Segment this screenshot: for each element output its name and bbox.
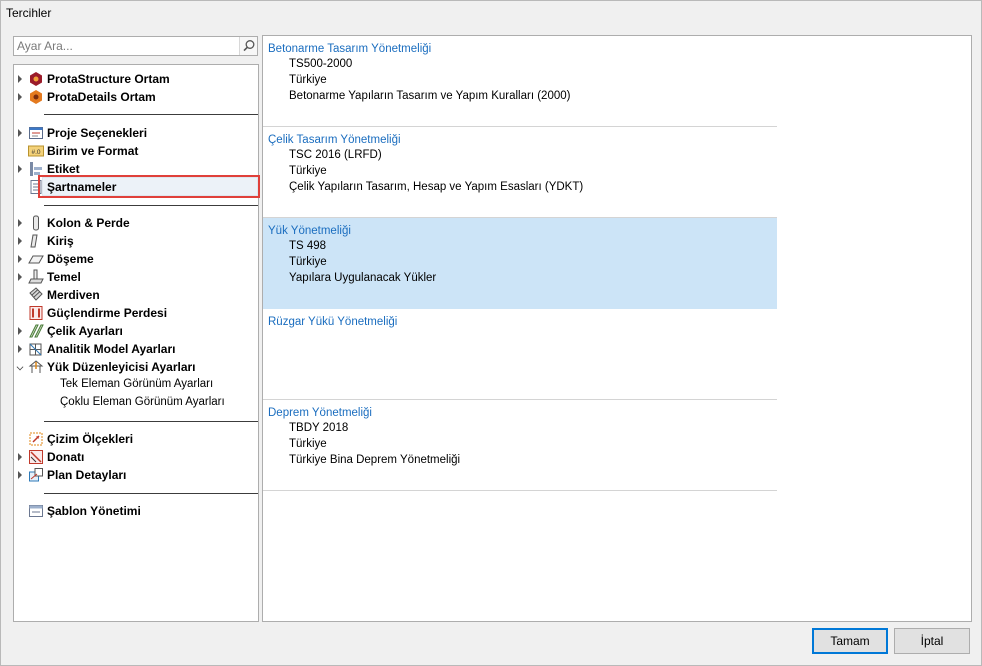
section-title[interactable]: Yük Yönetmeliği	[268, 225, 351, 237]
tree-item-load-editor[interactable]: Yük Düzenleyicisi Ayarları	[14, 358, 258, 376]
svg-text:#.0: #.0	[31, 149, 40, 156]
expand-arrow-icon[interactable]	[18, 273, 22, 281]
protastructure-icon	[30, 72, 42, 86]
section-title[interactable]: Deprem Yönetmeliği	[268, 407, 372, 419]
collapse-arrow-icon[interactable]	[16, 363, 24, 371]
tree-separator	[44, 421, 258, 422]
tree-separator	[44, 205, 258, 206]
code-description: Yapılara Uygulanacak Yükler	[289, 272, 437, 284]
slab-icon	[28, 255, 44, 264]
code-section-load[interactable]: Yük Yönetmeliği TS 498 Türkiye Yapılara …	[263, 218, 777, 309]
code-section-wind[interactable]: Rüzgar Yükü Yönetmeliği	[263, 309, 777, 400]
tree-item-reinforcement[interactable]: Donatı	[14, 448, 258, 466]
column-icon	[33, 215, 39, 231]
code-country: Türkiye	[289, 256, 327, 268]
ok-button[interactable]: Tamam	[812, 628, 888, 654]
expand-arrow-icon[interactable]	[18, 345, 22, 353]
protadetails-icon	[30, 90, 42, 104]
expand-arrow-icon[interactable]	[18, 327, 22, 335]
tree-item-stair[interactable]: Merdiven	[14, 286, 258, 304]
beam-icon	[30, 234, 38, 248]
unit-format-icon: #.0	[28, 145, 44, 157]
expand-arrow-icon[interactable]	[18, 219, 22, 227]
tree-item-multi-element-view[interactable]: Çoklu Eleman Görünüm Ayarları	[14, 394, 258, 412]
section-title[interactable]: Çelik Tasarım Yönetmeliği	[268, 134, 401, 146]
retrofit-wall-icon	[29, 306, 43, 320]
expand-arrow-icon[interactable]	[18, 471, 22, 479]
analytic-model-icon	[29, 343, 42, 356]
search-icon	[243, 40, 255, 52]
dialog-title: Tercihler	[6, 6, 52, 20]
code-description: Çelik Yapıların Tasarım, Hesap ve Yapım …	[289, 181, 584, 193]
steel-icon	[29, 324, 44, 338]
tree-item-protadetails[interactable]: ProtaDetails Ortam	[14, 88, 258, 106]
code-name: TS500-2000	[289, 58, 353, 70]
drawing-scale-icon	[29, 432, 43, 446]
expand-arrow-icon[interactable]	[18, 237, 22, 245]
foundation-icon	[28, 269, 44, 284]
code-name: TSC 2016 (LRFD)	[289, 149, 382, 161]
tree-item-slab[interactable]: Döşeme	[14, 250, 258, 268]
expand-arrow-icon[interactable]	[18, 165, 22, 173]
tree-item-label[interactable]: Etiket	[14, 160, 258, 178]
tree-item-column-wall[interactable]: Kolon & Perde	[14, 214, 258, 232]
project-options-icon	[29, 127, 43, 139]
label-icon	[30, 162, 42, 176]
expand-arrow-icon[interactable]	[18, 129, 22, 137]
tree-item-steel-settings[interactable]: Çelik Ayarları	[14, 322, 258, 340]
search-box[interactable]	[13, 36, 258, 56]
tree-item-beam[interactable]: Kiriş	[14, 232, 258, 250]
code-description: Betonarme Yapıların Tasarım ve Yapım Kur…	[289, 90, 571, 102]
expand-arrow-icon[interactable]	[18, 75, 22, 83]
tree-item-retrofit-wall[interactable]: Güçlendirme Perdesi	[14, 304, 258, 322]
code-document-icon	[30, 180, 42, 194]
code-country: Türkiye	[289, 74, 327, 86]
code-country: Türkiye	[289, 165, 327, 177]
search-button[interactable]	[239, 37, 257, 55]
tree-item-drawing-scales[interactable]: Çizim Ölçekleri	[14, 430, 258, 448]
search-input[interactable]	[14, 37, 240, 55]
code-section-steel[interactable]: Çelik Tasarım Yönetmeliği TSC 2016 (LRFD…	[263, 127, 777, 218]
expand-arrow-icon[interactable]	[18, 453, 22, 461]
code-name: TBDY 2018	[289, 422, 349, 434]
plan-details-icon	[29, 468, 43, 482]
tree-item-unit-format[interactable]: #.0 Birim ve Format	[14, 142, 258, 160]
tree-item-plan-details[interactable]: Plan Detayları	[14, 466, 258, 484]
codes-panel: Betonarme Tasarım Yönetmeliği TS500-2000…	[262, 35, 972, 622]
code-section-concrete[interactable]: Betonarme Tasarım Yönetmeliği TS500-2000…	[263, 36, 777, 127]
reinforcement-icon	[29, 450, 43, 464]
code-country: Türkiye	[289, 438, 327, 450]
stair-icon	[29, 287, 43, 301]
cancel-button[interactable]: İptal	[894, 628, 970, 654]
section-title[interactable]: Betonarme Tasarım Yönetmeliği	[268, 43, 431, 55]
tree-item-codes[interactable]: Şartnameler	[14, 178, 258, 196]
tree-item-template-management[interactable]: Şablon Yönetimi	[14, 502, 258, 520]
tree-separator	[44, 493, 258, 494]
tree-item-analytic-model[interactable]: Analitik Model Ayarları	[14, 340, 258, 358]
load-editor-icon	[28, 360, 44, 373]
expand-arrow-icon[interactable]	[18, 255, 22, 263]
code-section-seismic[interactable]: Deprem Yönetmeliği TBDY 2018 Türkiye Tür…	[263, 400, 777, 491]
section-title[interactable]: Rüzgar Yükü Yönetmeliği	[268, 316, 397, 328]
expand-arrow-icon[interactable]	[18, 93, 22, 101]
settings-tree: ProtaStructure Ortam ProtaDetails Ortam …	[13, 64, 260, 622]
tree-item-foundation[interactable]: Temel	[14, 268, 258, 286]
tree-item-protastructure[interactable]: ProtaStructure Ortam	[14, 70, 258, 88]
code-name: TS 498	[289, 240, 327, 252]
tree-separator	[44, 114, 258, 115]
code-description: Türkiye Bina Deprem Yönetmeliği	[289, 454, 461, 466]
tree-item-project-options[interactable]: Proje Seçenekleri	[14, 124, 258, 142]
template-icon	[29, 505, 43, 517]
tree-item-single-element-view[interactable]: Tek Eleman Görünüm Ayarları	[14, 376, 258, 394]
